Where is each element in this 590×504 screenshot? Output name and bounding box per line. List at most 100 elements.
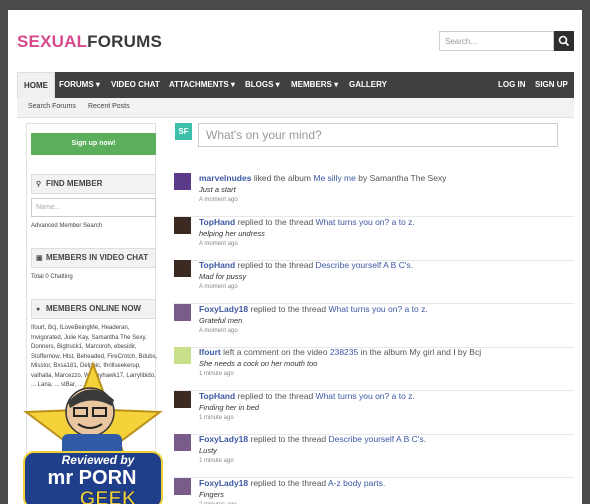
activity-verb: replied to the thread: [235, 217, 316, 227]
activity-user[interactable]: Ifourt: [199, 347, 221, 357]
activity-time: 1 minute ago: [199, 458, 234, 464]
member-name-input[interactable]: Name...: [31, 198, 156, 217]
members-online-header: ● MEMBERS ONLINE NOW: [31, 299, 156, 319]
activity-target[interactable]: What turns you on? a to z.: [316, 391, 415, 401]
badge-mr-porn: mr PORN: [48, 467, 137, 489]
activity-user[interactable]: TopHand: [199, 260, 235, 270]
main-nav: HOME FORUMS ▾ VIDEO CHAT ATTACHMENTS ▾ B…: [17, 72, 574, 98]
logo-part-forums: FORUMS: [87, 32, 163, 51]
members-online-title: MEMBERS ONLINE NOW: [46, 304, 142, 313]
activity-time: 1 minute ago: [199, 415, 234, 421]
activity-line: TopHand replied to the thread Describe y…: [199, 260, 413, 270]
activity-extra: by Samantha The Sexy: [355, 173, 447, 183]
current-user-avatar: SF: [175, 123, 192, 140]
activity-time: A moment ago: [199, 197, 238, 203]
activity-quote: Lusty: [199, 446, 217, 455]
site-logo[interactable]: SEXUALFORUMS: [17, 32, 162, 52]
activity-user[interactable]: FoxyLady18: [199, 478, 248, 488]
video-chat-header: ▣ MEMBERS IN VIDEO CHAT: [31, 248, 156, 268]
users-icon: ●: [36, 306, 41, 313]
search-icon: ⚲: [36, 181, 42, 188]
user-avatar[interactable]: [174, 173, 191, 190]
activity-item: Ifourt left a comment on the video 23823…: [174, 347, 574, 391]
activity-extra: in the album My girl and I by Bcj: [358, 347, 482, 357]
user-avatar[interactable]: [174, 391, 191, 408]
activity-line: FoxyLady18 replied to the thread What tu…: [199, 304, 428, 314]
nav-signup[interactable]: SIGN UP: [535, 72, 568, 98]
user-avatar[interactable]: [174, 304, 191, 321]
nav-blogs[interactable]: BLOGS ▾: [245, 72, 280, 98]
activity-time: A moment ago: [199, 284, 238, 290]
user-avatar[interactable]: [174, 260, 191, 277]
activity-target[interactable]: A-z body parts.: [328, 478, 385, 488]
find-member-title: FIND MEMBER: [46, 179, 103, 188]
activity-verb: replied to the thread: [235, 260, 316, 270]
find-member-header: ⚲ FIND MEMBER: [31, 174, 156, 194]
activity-line: FoxyLady18 replied to the thread Describ…: [199, 434, 426, 444]
activity-item: FoxyLady18 replied to the thread What tu…: [174, 304, 574, 348]
activity-line: FoxyLady18 replied to the thread A-z bod…: [199, 478, 385, 488]
subnav-search-forums[interactable]: Search Forums: [28, 103, 76, 110]
activity-time: 1 minute ago: [199, 371, 234, 377]
activity-target[interactable]: What turns you on? a to z.: [328, 304, 427, 314]
activity-user[interactable]: TopHand: [199, 391, 235, 401]
activity-quote: Finding her in bed: [199, 403, 260, 412]
activity-quote: She needs a cock on her mouth too: [199, 359, 318, 368]
user-avatar[interactable]: [174, 434, 191, 451]
activity-line: Ifourt left a comment on the video 23823…: [199, 347, 481, 357]
video-chat-count: Total 0 Chatting: [31, 274, 73, 280]
activity-target[interactable]: 238235: [330, 347, 358, 357]
activity-line: marvelnudes liked the album Me silly me …: [199, 173, 446, 183]
activity-quote: Grateful men: [199, 316, 243, 325]
activity-user[interactable]: FoxyLady18: [199, 304, 248, 314]
nav-home[interactable]: HOME: [17, 72, 55, 98]
activity-user[interactable]: FoxyLady18: [199, 434, 248, 444]
activity-verb: replied to the thread: [248, 434, 329, 444]
nav-gallery[interactable]: GALLERY: [349, 72, 387, 98]
user-avatar[interactable]: [174, 347, 191, 364]
activity-target[interactable]: Me silly me: [313, 173, 356, 183]
status-update-input[interactable]: What's on your mind?: [198, 123, 558, 147]
signup-now-button[interactable]: Sign up now!: [31, 133, 156, 155]
activity-item: marvelnudes liked the album Me silly me …: [174, 173, 574, 217]
activity-target[interactable]: Describe yourself A B C's.: [316, 260, 414, 270]
video-icon: ▣: [36, 255, 43, 262]
search-button[interactable]: [554, 31, 574, 51]
activity-verb: left a comment on the video: [220, 347, 330, 357]
activity-quote: Just a start: [199, 185, 236, 194]
video-chat-title: MEMBERS IN VIDEO CHAT: [46, 253, 149, 262]
activity-user[interactable]: TopHand: [199, 217, 235, 227]
badge-geek: GEEK: [80, 488, 137, 504]
activity-verb: replied to the thread: [248, 478, 329, 488]
user-avatar[interactable]: [174, 478, 191, 495]
activity-verb: replied to the thread: [235, 391, 316, 401]
logo-part-sexual: SEXUAL: [17, 32, 88, 51]
activity-item: FoxyLady18 replied to the thread A-z bod…: [174, 478, 574, 504]
subnav-recent-posts[interactable]: Recent Posts: [88, 103, 130, 110]
nav-members[interactable]: MEMBERS ▾: [291, 72, 338, 98]
search-input[interactable]: Search...: [439, 31, 554, 51]
activity-line: TopHand replied to the thread What turns…: [199, 391, 415, 401]
activity-verb: liked the album: [251, 173, 314, 183]
activity-target[interactable]: What turns you on? a to z.: [316, 217, 415, 227]
badge-reviewed-by: Reviewed by: [62, 453, 136, 467]
page: SEXUALFORUMS Search... HOME FORUMS ▾ VID…: [8, 10, 582, 504]
activity-line: TopHand replied to the thread What turns…: [199, 217, 415, 227]
activity-target[interactable]: Describe yourself A B C's.: [328, 434, 426, 444]
search-icon: [558, 35, 570, 47]
activity-user[interactable]: marvelnudes: [199, 173, 251, 183]
nav-forums[interactable]: FORUMS ▾: [59, 72, 100, 98]
activity-time: A moment ago: [199, 328, 238, 334]
activity-verb: replied to the thread: [248, 304, 329, 314]
nav-attachments[interactable]: ATTACHMENTS ▾: [169, 72, 235, 98]
sub-nav: Search Forums Recent Posts: [17, 98, 574, 118]
activity-quote: helping her undress: [199, 229, 265, 238]
user-avatar[interactable]: [174, 217, 191, 234]
activity-item: TopHand replied to the thread What turns…: [174, 217, 574, 261]
activity-item: TopHand replied to the thread What turns…: [174, 391, 574, 435]
nav-video-chat[interactable]: VIDEO CHAT: [111, 72, 160, 98]
activity-item: TopHand replied to the thread Describe y…: [174, 260, 574, 304]
activity-quote: Mad for pussy: [199, 272, 247, 281]
nav-login[interactable]: LOG IN: [498, 72, 526, 98]
advanced-search-link[interactable]: Advanced Member Search: [31, 223, 102, 229]
